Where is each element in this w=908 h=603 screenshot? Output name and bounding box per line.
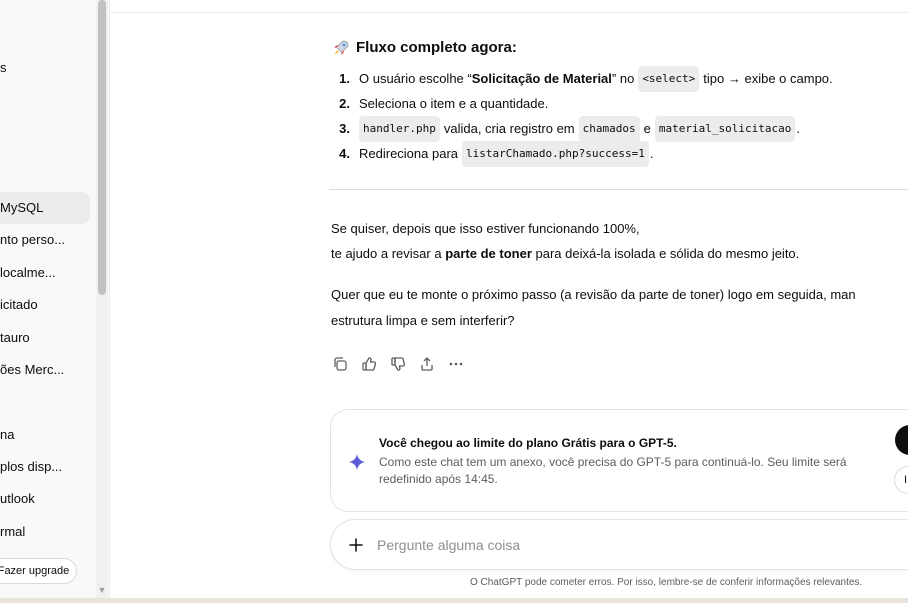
paragraph-line: te ajudo a revisar a parte de toner para… (331, 241, 799, 266)
step-text: . (649, 145, 654, 161)
plan-limit-card: Você chegou ao limite do plano Grátis pa… (330, 409, 908, 512)
sidebar-item[interactable]: na (0, 419, 90, 451)
steps-list: 1. O usuário escolhe “Solicitação de Mat… (336, 65, 906, 167)
step-number: 1. (339, 70, 350, 86)
paragraph: Quer que eu te monte o próximo passo (a … (331, 282, 856, 333)
sidebar-item-label: tauro (0, 330, 30, 345)
step-text: tipo → exibe o campo. (703, 70, 833, 86)
sidebar-item-label: rmal (0, 524, 26, 539)
section-title: Fluxo completo agora: (332, 38, 517, 58)
list-item: 2. Seleciona o item e a quantidade. (336, 91, 906, 116)
inline-code: handler.php (359, 115, 440, 142)
inline-code: listarChamado.php?success=1 (462, 140, 649, 167)
top-divider (110, 12, 908, 13)
step-text: ” no (611, 70, 635, 86)
sidebar-item[interactable]: rmal (0, 516, 90, 548)
section-title-text: Fluxo completo agora: (356, 39, 517, 56)
sidebar: s MySQL nto perso... localme... icitado … (0, 0, 110, 603)
limit-title: Você chegou ao limite do plano Grátis pa… (379, 436, 677, 450)
message-divider (329, 189, 908, 190)
sidebar-item-label: MySQL (0, 200, 44, 215)
sidebar-item-active[interactable]: MySQL (0, 192, 90, 224)
paragraph-text: para deixá-la isolada e sólida do mesmo … (535, 246, 800, 261)
message-actions (330, 354, 465, 373)
upgrade-button[interactable]: Fazer upgrade (0, 558, 77, 584)
sidebar-item[interactable]: tauro (0, 322, 90, 354)
step-number: 4. (339, 145, 350, 161)
sidebar-item-label: plos disp... (0, 459, 63, 474)
step-number: 3. (339, 120, 350, 136)
inline-code: chamados (578, 115, 640, 142)
paragraph-line: Quer que eu te monte o próximo passo (a … (331, 287, 856, 302)
step-text: O usuário escolhe “ (359, 70, 472, 86)
paragraph: Se quiser, depois que isso estiver funci… (331, 216, 799, 266)
sidebar-item[interactable]: localme... (0, 257, 90, 289)
disclaimer-text: O ChatGPT pode cometer erros. Por isso, … (470, 577, 863, 588)
step-number: 2. (339, 95, 350, 111)
sidebar-item[interactable]: plos disp... (0, 451, 90, 483)
sidebar-item[interactable]: nto perso... (0, 224, 90, 256)
inline-code: <select> (638, 65, 700, 92)
chat-main: Fluxo completo agora: 1. O usuário escol… (110, 0, 908, 603)
paragraph-text: te ajudo a revisar a (331, 246, 442, 261)
sidebar-item-label: na (0, 427, 15, 442)
more-icon[interactable] (446, 354, 465, 373)
sidebar-item-label: ões Merc... (0, 362, 65, 377)
sidebar-item-label: localme... (0, 265, 56, 280)
thumbs-down-icon[interactable] (388, 354, 407, 373)
sidebar-item-label: s (0, 60, 7, 75)
taskbar-edge (0, 598, 908, 603)
sidebar-item-label: nto perso... (0, 232, 66, 247)
list-item: 4. Redireciona para listarChamado.php?su… (336, 140, 906, 167)
sparkle-icon (348, 453, 366, 471)
paragraph-line: estrutura limpa e sem interferir? (331, 313, 515, 328)
step-text: . (796, 120, 800, 136)
sidebar-item[interactable]: icitado (0, 289, 90, 321)
step-text: e (643, 120, 651, 136)
step-bold: Solicitação de Material (471, 70, 612, 86)
list-item: 3. handler.php valida, cria registro em … (336, 115, 906, 142)
inline-code: material_solicitacao (654, 115, 796, 142)
paragraph-line: Se quiser, depois que isso estiver funci… (331, 221, 640, 236)
prompt-input[interactable] (377, 533, 877, 557)
paragraph-bold: parte de toner (445, 246, 532, 261)
sidebar-item-label: utlook (0, 491, 35, 506)
sidebar-item[interactable]: utlook (0, 483, 90, 515)
rocket-icon (334, 40, 349, 55)
share-icon[interactable] (417, 354, 436, 373)
limit-text: Como este chat tem um anexo, você precis… (379, 455, 847, 486)
step-text: Redireciona para (359, 145, 459, 161)
step-text: Seleciona o item e a quantidade. (359, 95, 549, 111)
sidebar-item-label: icitado (0, 297, 38, 312)
plus-icon[interactable] (347, 536, 365, 554)
step-text: valida, cria registro em (443, 120, 575, 136)
copy-icon[interactable] (330, 354, 349, 373)
sidebar-item[interactable]: s (0, 52, 90, 84)
sidebar-scrollbar-thumb[interactable] (98, 0, 106, 295)
composer (330, 519, 908, 570)
list-item: 1. O usuário escolhe “Solicitação de Mat… (336, 65, 906, 92)
scroll-down-arrow-icon[interactable]: ▼ (97, 585, 107, 595)
sidebar-item[interactable]: ões Merc... (0, 354, 90, 386)
thumbs-up-icon[interactable] (359, 354, 378, 373)
